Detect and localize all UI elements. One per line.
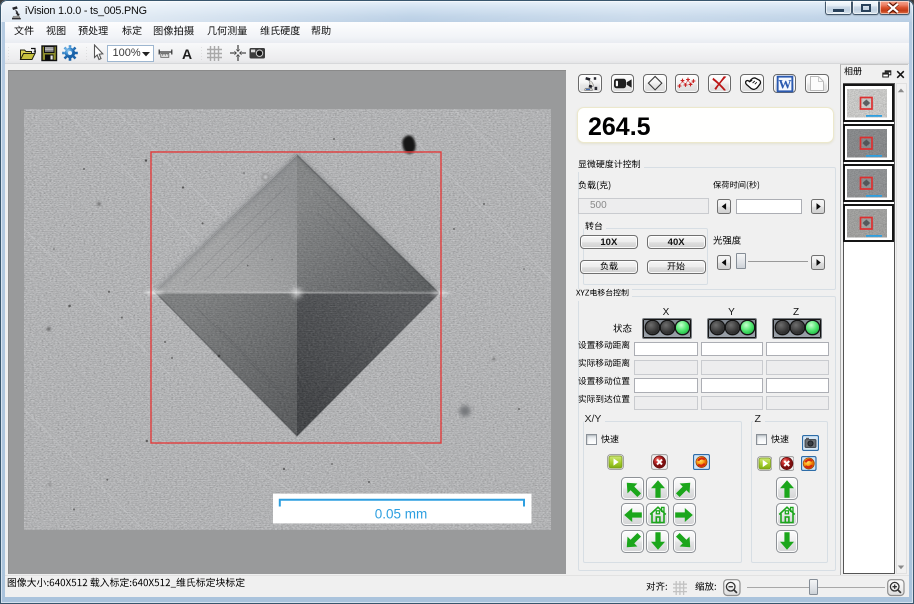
svg-text:W: W [778,76,791,91]
svg-text:0.05 mm: 0.05 mm [375,507,428,522]
